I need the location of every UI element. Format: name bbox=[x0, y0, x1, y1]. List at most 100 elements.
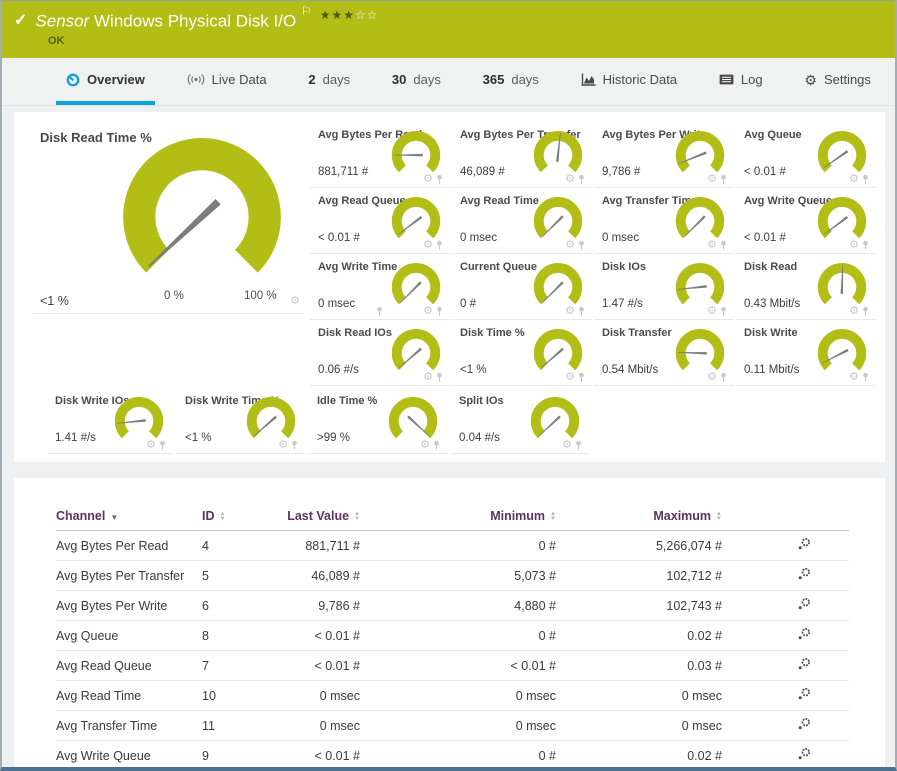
tab-settings[interactable]: ⚙ Settings bbox=[794, 58, 881, 105]
gauge-dial bbox=[816, 261, 868, 309]
pin-icon[interactable] bbox=[861, 306, 870, 317]
gear-icon[interactable]: ⚙ bbox=[565, 174, 575, 185]
channel-settings-icon[interactable] bbox=[797, 717, 811, 731]
tab-365-days[interactable]: 365 days bbox=[473, 58, 549, 105]
gear-icon[interactable]: ⚙ bbox=[849, 372, 859, 383]
table-row[interactable]: Avg Read Time 10 0 msec 0 msec 0 msec bbox=[56, 681, 849, 711]
pin-icon[interactable] bbox=[719, 372, 728, 383]
gauge-cell[interactable]: Avg Bytes Per Read 881,711 # ⚙ bbox=[310, 122, 450, 188]
gear-icon[interactable]: ⚙ bbox=[565, 240, 575, 251]
tab-30-days[interactable]: 30 days bbox=[382, 58, 451, 105]
gauge-cell[interactable]: Disk Write 0.11 Mbit/s ⚙ bbox=[736, 320, 876, 386]
gauge-cell[interactable]: Current Queue 0 # ⚙ bbox=[452, 254, 592, 320]
channel-settings-icon[interactable] bbox=[797, 597, 811, 611]
gear-icon[interactable]: ⚙ bbox=[707, 240, 717, 251]
table-header-row: Channel▼ ID▲▼ Last Value▲▼ Minimum▲▼ Max… bbox=[56, 504, 849, 531]
gauge-cell[interactable]: Disk Write IOs 1.41 #/s ⚙ bbox=[47, 388, 173, 454]
gear-icon[interactable]: ⚙ bbox=[146, 440, 156, 451]
gear-icon[interactable]: ⚙ bbox=[707, 174, 717, 185]
pin-icon[interactable] bbox=[290, 440, 299, 451]
gear-icon[interactable]: ⚙ bbox=[849, 174, 859, 185]
pin-icon[interactable] bbox=[577, 174, 586, 185]
column-header-id[interactable]: ID▲▼ bbox=[202, 504, 264, 531]
gear-icon[interactable]: ⚙ bbox=[423, 372, 433, 383]
gauge-cell[interactable]: Idle Time % >99 % ⚙ bbox=[309, 388, 447, 454]
gauge-cell[interactable]: Avg Read Queue < 0.01 # ⚙ bbox=[310, 188, 450, 254]
pin-icon[interactable] bbox=[432, 440, 441, 451]
channel-settings-icon[interactable] bbox=[797, 687, 811, 701]
channel-settings-icon[interactable] bbox=[797, 657, 811, 671]
gear-icon[interactable]: ⚙ bbox=[565, 372, 575, 383]
pin-icon[interactable] bbox=[577, 372, 586, 383]
column-header-last-value[interactable]: Last Value▲▼ bbox=[264, 504, 362, 531]
object-kind-label: Sensor bbox=[35, 12, 89, 31]
priority-stars[interactable]: ★★★☆☆ bbox=[320, 8, 379, 22]
table-row[interactable]: Avg Queue 8 < 0.01 # 0 # 0.02 # bbox=[56, 621, 849, 651]
gauge-cell[interactable]: Disk Read 0.43 Mbit/s ⚙ bbox=[736, 254, 876, 320]
tab-overview[interactable]: Overview bbox=[56, 58, 155, 105]
gear-icon[interactable]: ⚙ bbox=[278, 440, 288, 451]
pin-icon[interactable] bbox=[577, 240, 586, 251]
gear-icon[interactable]: ⚙ bbox=[423, 174, 433, 185]
gauge-cell[interactable]: Avg Bytes Per Write 9,786 # ⚙ bbox=[594, 122, 734, 188]
table-row[interactable]: Avg Write Queue 9 < 0.01 # 0 # 0.02 # bbox=[56, 741, 849, 771]
gear-icon[interactable]: ⚙ bbox=[707, 372, 717, 383]
tab-log[interactable]: Log bbox=[709, 58, 773, 105]
gear-icon[interactable]: ⚙ bbox=[420, 440, 430, 451]
pin-icon[interactable] bbox=[719, 306, 728, 317]
gear-icon[interactable]: ⚙ bbox=[849, 306, 859, 317]
gear-icon[interactable]: ⚙ bbox=[565, 306, 575, 317]
pin-icon[interactable] bbox=[861, 240, 870, 251]
pin-icon[interactable] bbox=[861, 174, 870, 185]
gauge-cell[interactable]: Split IOs 0.04 #/s ⚙ bbox=[451, 388, 589, 454]
gauge-value: <1 % bbox=[460, 364, 487, 376]
table-row[interactable]: Avg Bytes Per Read 4 881,711 # 0 # 5,266… bbox=[56, 531, 849, 561]
gauge-value: < 0.01 # bbox=[744, 166, 786, 178]
gear-icon[interactable]: ⚙ bbox=[849, 240, 859, 251]
pin-icon[interactable] bbox=[577, 306, 586, 317]
table-row[interactable]: Avg Read Queue 7 < 0.01 # < 0.01 # 0.03 … bbox=[56, 651, 849, 681]
gauge-cell[interactable]: Avg Queue < 0.01 # ⚙ bbox=[736, 122, 876, 188]
channel-settings-icon[interactable] bbox=[797, 747, 811, 761]
tab-live-data[interactable]: Live Data bbox=[177, 58, 277, 105]
gauge-cell[interactable]: Disk Write Time % <1 % ⚙ bbox=[177, 388, 305, 454]
sensor-name: Windows Physical Disk I/O bbox=[94, 12, 296, 31]
pin-icon[interactable] bbox=[719, 240, 728, 251]
gauge-cell[interactable]: Disk Read IOs 0.06 #/s ⚙ bbox=[310, 320, 450, 386]
gauge-cell[interactable]: Disk IOs 1.47 #/s ⚙ bbox=[594, 254, 734, 320]
cell-minimum: 0 # bbox=[362, 621, 558, 651]
gauge-cell[interactable]: Avg Write Time 0 msec ⚙ bbox=[310, 254, 450, 320]
pin-icon[interactable] bbox=[435, 174, 444, 185]
table-row[interactable]: Avg Transfer Time 11 0 msec 0 msec 0 mse… bbox=[56, 711, 849, 741]
table-row[interactable]: Avg Bytes Per Write 6 9,786 # 4,880 # 10… bbox=[56, 591, 849, 621]
gear-icon[interactable]: ⚙ bbox=[423, 240, 433, 251]
gear-icon[interactable]: ⚙ bbox=[290, 296, 300, 307]
tab-2-days[interactable]: 2 days bbox=[298, 58, 360, 105]
pin-icon[interactable] bbox=[435, 372, 444, 383]
column-header-channel[interactable]: Channel▼ bbox=[56, 504, 202, 531]
gauge-value: 0.04 #/s bbox=[459, 432, 500, 444]
channel-settings-icon[interactable] bbox=[797, 627, 811, 641]
gauge-cell[interactable]: Disk Transfer 0.54 Mbit/s ⚙ bbox=[594, 320, 734, 386]
pin-icon[interactable] bbox=[435, 240, 444, 251]
cell-maximum: 102,743 # bbox=[558, 591, 724, 621]
gauge-cell[interactable]: Avg Transfer Time 0 msec ⚙ bbox=[594, 188, 734, 254]
gear-icon[interactable]: ⚙ bbox=[707, 306, 717, 317]
gauge-cell[interactable]: Avg Write Queue < 0.01 # ⚙ bbox=[736, 188, 876, 254]
pin-icon[interactable] bbox=[861, 372, 870, 383]
pin-icon[interactable] bbox=[158, 440, 167, 451]
pin-icon[interactable] bbox=[435, 306, 444, 317]
gauge-cell[interactable]: Avg Bytes Per Transfer 46,089 # ⚙ bbox=[452, 122, 592, 188]
gauge-cell[interactable]: Disk Time % <1 % ⚙ bbox=[452, 320, 592, 386]
gauge-cell[interactable]: Avg Read Time 0 msec ⚙ bbox=[452, 188, 592, 254]
channel-settings-icon[interactable] bbox=[797, 567, 811, 581]
gear-icon[interactable]: ⚙ bbox=[562, 440, 572, 451]
column-header-maximum[interactable]: Maximum▲▼ bbox=[558, 504, 724, 531]
channel-settings-icon[interactable] bbox=[797, 537, 811, 551]
pin-icon[interactable] bbox=[574, 440, 583, 451]
tab-historic-data[interactable]: Historic Data bbox=[571, 58, 687, 105]
gear-icon[interactable]: ⚙ bbox=[423, 306, 433, 317]
column-header-minimum[interactable]: Minimum▲▼ bbox=[362, 504, 558, 531]
pin-icon[interactable] bbox=[719, 174, 728, 185]
table-row[interactable]: Avg Bytes Per Transfer 5 46,089 # 5,073 … bbox=[56, 561, 849, 591]
